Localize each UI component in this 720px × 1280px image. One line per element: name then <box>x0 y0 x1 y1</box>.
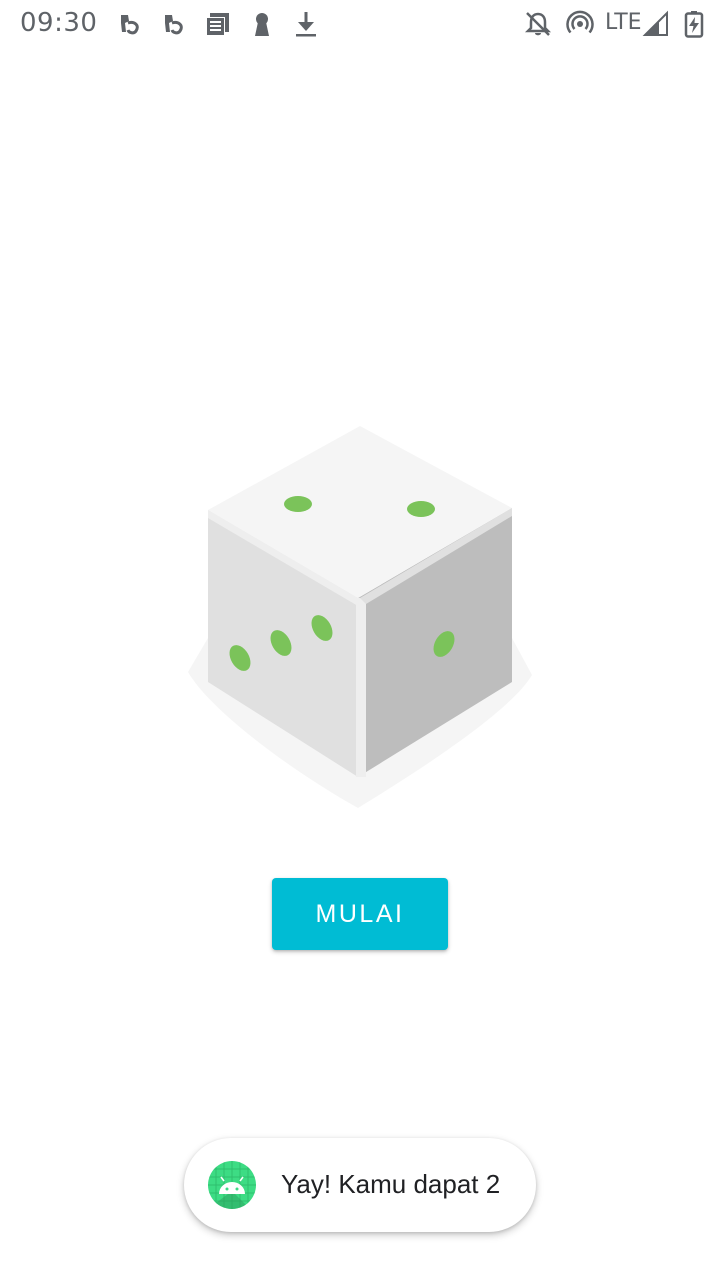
status-time: 09:30 <box>20 8 98 38</box>
download-icon <box>296 12 316 37</box>
app-screen: 09:30 LTE MULAI Yay! Kamu dapat 2 <box>0 0 720 1280</box>
toast-text: Yay! Kamu dapat 2 <box>281 1169 501 1199</box>
voicemail-icon <box>165 15 183 35</box>
news-icon <box>206 13 229 36</box>
status-bar: 09:30 LTE <box>0 0 720 48</box>
keyhole-icon <box>255 13 269 36</box>
dice-icon <box>188 426 532 808</box>
toast-message: Yay! Kamu dapat 2 <box>184 1138 536 1232</box>
network-type: LTE <box>605 10 642 35</box>
start-button[interactable]: MULAI <box>272 878 448 950</box>
battery-charging-icon <box>684 11 704 38</box>
voicemail-icon <box>121 15 139 35</box>
notifications-off-icon <box>524 12 552 36</box>
signal-icon <box>642 10 668 36</box>
android-app-icon <box>208 1161 256 1209</box>
hotspot-icon <box>566 10 594 34</box>
